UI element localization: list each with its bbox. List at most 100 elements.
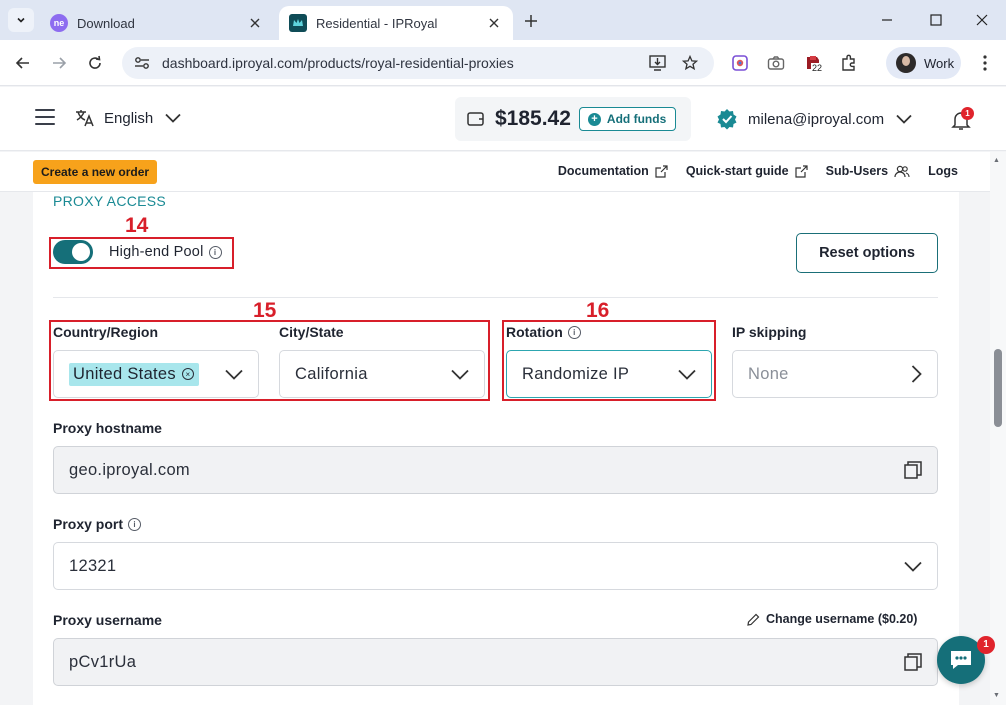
ip-skipping-label: IP skipping — [732, 324, 807, 340]
copy-icon[interactable] — [904, 653, 922, 671]
chat-icon — [951, 651, 971, 669]
external-link-icon — [655, 164, 668, 178]
tab-title: Residential - IPRoyal — [316, 15, 438, 31]
reload-button[interactable] — [82, 50, 108, 76]
change-username-link[interactable]: Change username ($0.20) — [747, 612, 917, 626]
port-select[interactable]: 12321 — [53, 542, 938, 590]
language-label: English — [104, 109, 154, 127]
address-bar[interactable]: dashboard.iproyal.com/products/royal-res… — [122, 47, 714, 79]
annotation-number-14: 14 — [125, 214, 149, 237]
port-label-row: Proxy port i — [53, 516, 142, 532]
section-title: PROXY ACCESS — [53, 193, 167, 209]
balance-widget: $185.42 + Add funds — [455, 97, 691, 141]
plus-icon — [525, 15, 537, 27]
copy-icon[interactable] — [904, 461, 922, 479]
maximize-icon — [930, 14, 942, 26]
annotation-box-15 — [49, 320, 490, 401]
arrow-right-icon — [53, 57, 67, 69]
verified-badge-icon — [717, 109, 737, 130]
site-settings-icon[interactable] — [134, 56, 150, 70]
browser-tab-bar: ne Download Residential - IPRoyal — [0, 0, 1006, 40]
forward-button[interactable] — [46, 50, 72, 76]
ne-favicon-icon: ne — [50, 14, 68, 32]
documentation-link[interactable]: Documentation — [558, 164, 668, 178]
browser-menu-icon[interactable] — [975, 53, 995, 73]
lens-extension-icon[interactable] — [730, 53, 750, 73]
language-selector[interactable]: English — [74, 107, 181, 129]
hamburger-menu-icon[interactable] — [35, 109, 55, 127]
install-app-icon[interactable] — [648, 53, 668, 73]
extensions-puzzle-icon[interactable] — [839, 53, 859, 73]
wallet-icon — [467, 112, 484, 126]
new-tab-button[interactable] — [520, 10, 542, 32]
balance-amount: $185.42 — [495, 107, 571, 130]
info-icon[interactable]: i — [128, 517, 142, 531]
ip-skipping-value: None — [748, 364, 789, 383]
close-tab-icon[interactable] — [246, 14, 264, 32]
browser-toolbar: dashboard.iproyal.com/products/royal-res… — [0, 40, 1006, 86]
back-button[interactable] — [10, 50, 36, 76]
avatar — [896, 53, 916, 73]
plus-circle-icon: + — [587, 112, 601, 126]
translate-icon — [76, 110, 94, 127]
url-text: dashboard.iproyal.com/products/royal-res… — [162, 55, 514, 71]
scroll-up-arrow-icon[interactable]: ▲ — [993, 157, 1000, 164]
close-window-button[interactable] — [967, 8, 997, 32]
reload-icon — [89, 55, 101, 69]
extension-badge: 22 — [811, 63, 824, 73]
port-value: 12321 — [69, 556, 117, 575]
logs-link[interactable]: Logs — [928, 164, 958, 178]
sub-header-links: Documentation Quick-start guide Sub-User… — [540, 164, 958, 178]
add-funds-label: Add funds — [606, 112, 667, 126]
create-new-order-button[interactable]: Create a new order — [33, 160, 158, 184]
bookmark-star-icon[interactable] — [680, 53, 700, 73]
chat-unread-badge: 1 — [977, 636, 995, 654]
annotation-box-16 — [502, 320, 716, 401]
user-email: milena@iproyal.com — [748, 110, 885, 128]
tab-title: Download — [77, 15, 135, 31]
chevron-down-icon — [17, 17, 25, 23]
add-funds-button[interactable]: + Add funds — [578, 107, 677, 131]
username-field[interactable]: pCv1rUa — [53, 638, 938, 686]
red-extension-icon[interactable]: 22 — [803, 53, 824, 73]
close-tab-icon[interactable] — [485, 14, 503, 32]
ip-skipping-select[interactable]: None — [732, 350, 938, 398]
scrollbar-thumb[interactable] — [994, 349, 1002, 427]
iproyal-favicon-icon — [289, 14, 307, 32]
tab-search-button[interactable] — [8, 8, 34, 32]
user-menu[interactable]: milena@iproyal.com — [716, 108, 912, 130]
port-label: Proxy port — [53, 516, 124, 532]
hostname-label: Proxy hostname — [53, 420, 162, 436]
documentation-label: Documentation — [557, 164, 649, 178]
quick-start-label: Quick-start guide — [685, 164, 789, 178]
maximize-window-button[interactable] — [921, 8, 951, 32]
hostname-field[interactable]: geo.iproyal.com — [53, 446, 938, 494]
arrow-left-icon — [15, 57, 29, 69]
logs-label: Logs — [928, 164, 958, 178]
close-icon — [976, 14, 988, 26]
notification-count-badge: 1 — [961, 107, 974, 120]
profile-button[interactable]: Work — [886, 47, 961, 79]
minimize-window-button[interactable] — [872, 8, 902, 32]
reset-options-button[interactable]: Reset options — [796, 233, 938, 273]
minimize-icon — [882, 19, 892, 21]
chevron-down-icon — [904, 561, 922, 572]
chevron-down-icon — [165, 113, 181, 123]
pencil-icon — [747, 613, 760, 626]
camera-extension-icon[interactable] — [766, 53, 786, 73]
hostname-value: geo.iproyal.com — [69, 460, 190, 479]
app-header: English $185.42 + Add funds milena@iproy… — [0, 87, 1006, 151]
sub-users-link[interactable]: Sub-Users — [826, 164, 911, 178]
profile-name: Work — [924, 55, 955, 71]
page-scrollbar[interactable] — [990, 152, 1006, 705]
change-username-label: Change username ($0.20) — [766, 612, 918, 626]
username-label: Proxy username — [53, 612, 162, 628]
scroll-down-arrow-icon[interactable]: ▼ — [993, 692, 1000, 699]
chevron-down-icon — [896, 114, 912, 124]
quick-start-guide-link[interactable]: Quick-start guide — [686, 164, 808, 178]
annotation-box-14 — [49, 237, 234, 269]
sub-header: Create a new order Documentation Quick-s… — [0, 152, 1006, 192]
tab-residential-iproyal[interactable]: Residential - IPRoyal — [279, 6, 513, 40]
tab-download[interactable]: ne Download — [40, 6, 274, 40]
users-icon — [894, 165, 910, 177]
